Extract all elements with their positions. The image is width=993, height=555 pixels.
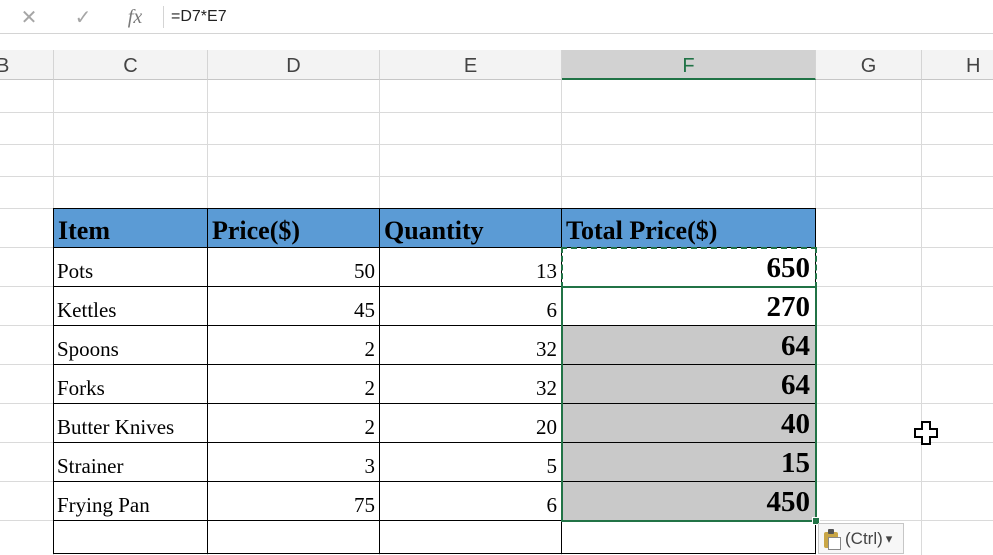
cell-quantity[interactable]: 32 (380, 365, 562, 404)
empty-cell[interactable] (208, 521, 380, 554)
header-quantity[interactable]: Quantity (380, 209, 562, 248)
cell-price[interactable]: 75 (208, 482, 380, 521)
gridline (0, 112, 993, 113)
cell-item[interactable]: Pots (54, 248, 208, 287)
cell-total[interactable]: 650 (562, 248, 816, 287)
column-header-b[interactable]: B (0, 50, 54, 80)
cell-quantity[interactable]: 5 (380, 443, 562, 482)
cell-quantity[interactable]: 20 (380, 404, 562, 443)
column-header-e[interactable]: E (380, 50, 562, 80)
formula-bar-gap (0, 34, 993, 50)
cell-quantity[interactable]: 6 (380, 482, 562, 521)
header-item[interactable]: Item (54, 209, 208, 248)
cell-total[interactable]: 64 (562, 326, 816, 365)
cell-total[interactable]: 64 (562, 365, 816, 404)
cell-quantity[interactable]: 13 (380, 248, 562, 287)
cell-price[interactable]: 45 (208, 287, 380, 326)
cell-quantity[interactable]: 32 (380, 326, 562, 365)
cell-item[interactable]: Forks (54, 365, 208, 404)
cell-cursor-icon (914, 421, 938, 445)
cell-price[interactable]: 2 (208, 365, 380, 404)
cell-item[interactable]: Strainer (54, 443, 208, 482)
formula-bar: ✕ ✓ fx =D7*E7 (0, 0, 993, 34)
column-header-f[interactable]: F (562, 50, 816, 80)
cell-total[interactable]: 450 (562, 482, 816, 521)
cancel-icon[interactable]: ✕ (14, 0, 44, 34)
cell-total[interactable]: 15 (562, 443, 816, 482)
empty-cell[interactable] (562, 521, 816, 554)
cell-quantity[interactable]: 6 (380, 287, 562, 326)
cell-item[interactable]: Kettles (54, 287, 208, 326)
gridline (0, 144, 993, 145)
column-header-c[interactable]: C (54, 50, 208, 80)
paste-options-label: (Ctrl) (845, 528, 883, 548)
cell-total[interactable]: 270 (562, 287, 816, 326)
column-header-g[interactable]: G (816, 50, 922, 80)
cell-price[interactable]: 50 (208, 248, 380, 287)
column-header-d[interactable]: D (208, 50, 380, 80)
formula-input[interactable]: =D7*E7 (171, 0, 227, 34)
gridline (921, 80, 922, 555)
cell-item[interactable]: Butter Knives (54, 404, 208, 443)
gridline (0, 176, 993, 177)
cell-total[interactable]: 40 (562, 404, 816, 443)
cell-item[interactable]: Spoons (54, 326, 208, 365)
insert-function-icon[interactable]: fx (120, 0, 150, 34)
enter-icon[interactable]: ✓ (68, 0, 98, 34)
empty-cell[interactable] (54, 521, 208, 554)
cell-price[interactable]: 2 (208, 326, 380, 365)
cell-item[interactable]: Frying Pan (54, 482, 208, 521)
column-header-h[interactable]: H (922, 50, 993, 80)
clipboard-icon (823, 528, 841, 550)
paste-options-button[interactable]: (Ctrl) ▾ (818, 523, 904, 554)
cell-price[interactable]: 3 (208, 443, 380, 482)
cell-price[interactable]: 2 (208, 404, 380, 443)
empty-cell[interactable] (380, 521, 562, 554)
header-price[interactable]: Price($) (208, 209, 380, 248)
header-total-price[interactable]: Total Price($) (562, 209, 816, 248)
formula-bar-divider (163, 6, 164, 28)
chevron-down-icon: ▾ (885, 530, 893, 546)
